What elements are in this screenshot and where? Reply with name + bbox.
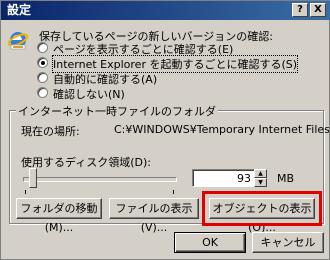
disk-size-input[interactable]: 93 [192,169,255,187]
unit-label: MB [277,172,295,185]
help-icon: ? [297,4,303,15]
disk-slider-track[interactable] [23,177,177,182]
close-button[interactable]: X [310,3,326,17]
radio-button[interactable] [37,87,48,98]
highlight-box [202,191,322,226]
radio-label: Internet Explorer を起動するごとに確認する(S) [51,55,299,73]
temp-files-group-label: インターネット一時ファイルのフォルダ [16,103,218,119]
disk-slider-thumb[interactable] [29,168,37,188]
ie-logo-icon [7,29,29,51]
location-value: C:¥WINDOWS¥Temporary Internet Files¥ [114,123,330,136]
radio-label: 確認しない(N) [53,88,125,101]
title-bar[interactable]: 設定 ? X [1,1,330,20]
radio-button[interactable] [37,72,48,83]
spin-up-icon[interactable]: ▲ [254,169,267,178]
disk-usage-label: 使用するディスク領域(D): [21,156,151,169]
spin-down-icon[interactable]: ▼ [254,178,267,187]
dialog-title: 設定 [7,3,32,17]
close-icon: X [314,4,322,15]
cancel-button[interactable]: キャンセル [252,232,324,253]
radio-button[interactable] [37,42,48,53]
ok-button[interactable]: OK [174,232,246,253]
show-files-button[interactable]: ファイルの表示(V)... [109,198,199,234]
radio-automatic[interactable]: 自動的に確認する(A) [37,71,237,86]
radio-never[interactable]: 確認しない(N) [37,86,237,101]
radio-on-startup[interactable]: Internet Explorer を起動するごとに確認する(S) [37,55,299,73]
settings-dialog: 設定 ? X 保存しているページの新しいバージョンの確認: ページを表示するごと… [0,0,330,260]
radio-every-page[interactable]: ページを表示するごとに確認する(E) [37,41,267,56]
slider-tick [25,190,26,194]
radio-label: ページを表示するごとに確認する(E) [53,43,234,56]
move-folder-button[interactable]: フォルダの移動(M)... [16,198,102,234]
radio-label: 自動的に確認する(A) [53,73,158,86]
location-label: 現在の場所: [21,125,80,138]
radio-button-selected[interactable] [37,57,48,68]
help-button[interactable]: ? [292,3,308,17]
slider-tick [173,190,174,194]
